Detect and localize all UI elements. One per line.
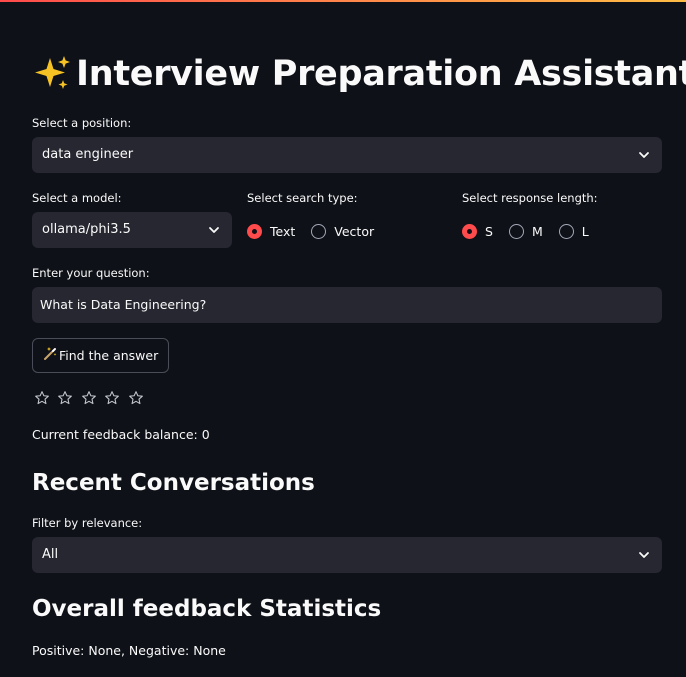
recent-conversations-heading: Recent Conversations — [32, 470, 315, 496]
question-input[interactable]: What is Data Engineering? — [32, 287, 662, 323]
radio-unselected-icon — [558, 223, 574, 239]
relevance-filter-label: Filter by relevance: — [32, 516, 143, 530]
star-icon[interactable] — [34, 390, 57, 406]
feedback-balance-text: Current feedback balance: 0 — [32, 427, 210, 442]
position-label: Select a position: — [32, 116, 132, 130]
header-decoration-bar — [0, 0, 686, 2]
find-answer-label: Find the answer — [59, 348, 159, 363]
response-length-label: Select response length: — [462, 191, 598, 205]
sparkles-icon — [32, 54, 76, 105]
response-length-option-label: S — [485, 223, 493, 239]
position-select-value: data engineer — [42, 147, 134, 162]
feedback-statistics-summary: Positive: None, Negative: None — [32, 643, 226, 658]
radio-selected-icon — [247, 223, 262, 239]
relevance-filter-value: All — [42, 547, 59, 562]
relevance-filter-select[interactable]: All — [32, 537, 662, 573]
search-type-option-vector[interactable]: Vector — [311, 223, 375, 239]
page-title: Interview Preparation Assistant — [32, 52, 686, 103]
chevron-down-icon — [639, 552, 649, 558]
page-title-text: Interview Preparation Assistant — [76, 54, 686, 94]
chevron-down-icon — [639, 152, 649, 158]
response-length-radio-group: S M L — [462, 221, 605, 241]
question-label: Enter your question: — [32, 266, 150, 280]
magic-wand-icon — [43, 339, 59, 372]
position-select[interactable]: data engineer — [32, 137, 662, 173]
radio-unselected-icon — [311, 223, 327, 239]
search-type-radio-group: Text Vector — [247, 221, 390, 241]
star-icon[interactable] — [81, 390, 104, 406]
radio-selected-icon — [462, 223, 477, 239]
find-answer-button[interactable]: Find the answer — [32, 338, 170, 373]
response-length-option-label: L — [581, 223, 589, 239]
star-icon[interactable] — [128, 390, 151, 406]
star-rating — [34, 390, 151, 406]
star-icon[interactable] — [104, 390, 127, 406]
search-type-option-label: Vector — [334, 223, 375, 239]
chevron-down-icon — [209, 227, 219, 233]
response-length-option-l[interactable]: L — [558, 223, 589, 239]
star-icon[interactable] — [57, 390, 80, 406]
model-select-value: ollama/phi3.5 — [42, 222, 131, 237]
feedback-statistics-heading: Overall feedback Statistics — [32, 596, 382, 622]
response-length-option-s[interactable]: S — [462, 223, 493, 239]
search-type-option-label: Text — [270, 223, 296, 239]
model-label: Select a model: — [32, 191, 122, 205]
search-type-option-text[interactable]: Text — [247, 223, 296, 239]
response-length-option-m[interactable]: M — [508, 223, 543, 239]
model-select[interactable]: ollama/phi3.5 — [32, 212, 232, 248]
response-length-option-label: M — [531, 223, 543, 239]
radio-unselected-icon — [508, 223, 524, 239]
search-type-label: Select search type: — [247, 191, 358, 205]
